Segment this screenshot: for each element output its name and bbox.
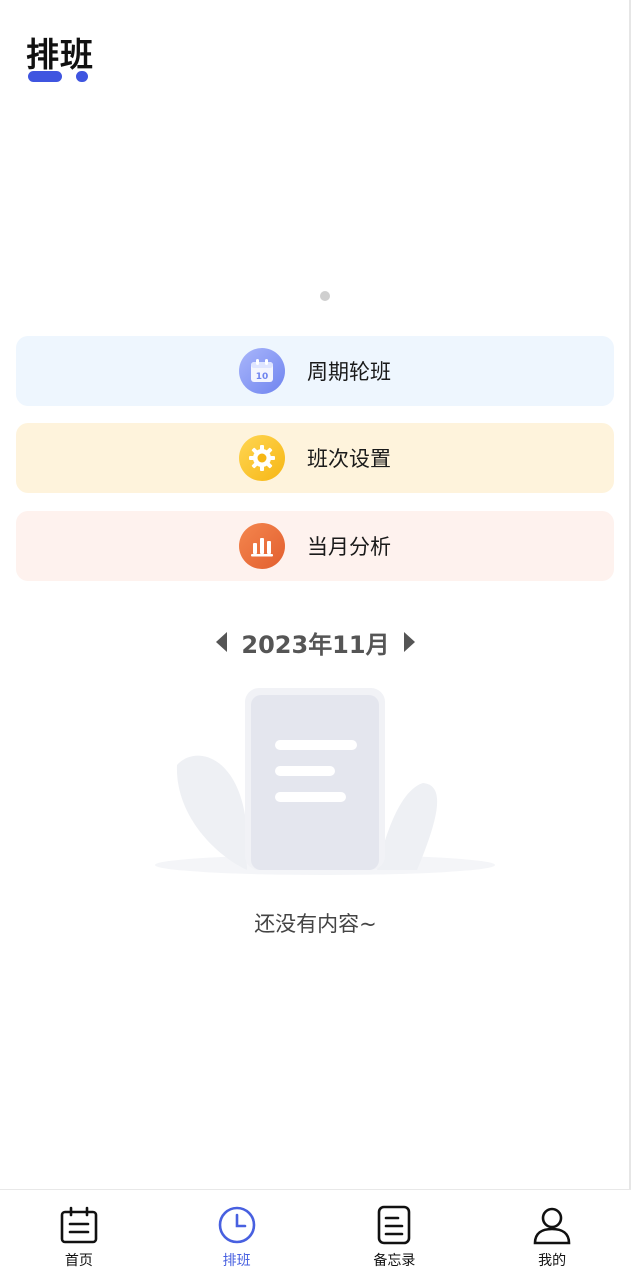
tab-home[interactable]: 首页 (0, 1190, 158, 1280)
calendar-icon: 10 (239, 348, 285, 394)
bottom-tab-bar: 首页 排班 备忘录 我的 (0, 1189, 631, 1280)
empty-state-illustration (155, 685, 495, 875)
title-deco-dot (76, 71, 88, 82)
tab-label: 备忘录 (373, 1253, 416, 1269)
carousel-indicator-dot[interactable] (320, 291, 330, 301)
tab-profile[interactable]: 我的 (473, 1190, 631, 1280)
menu-card-shift-settings[interactable]: 班次设置 (16, 423, 614, 493)
calendar-icon-number: 10 (256, 372, 269, 382)
tab-schedule[interactable]: 排班 (158, 1190, 316, 1280)
menu-card-monthly-analysis[interactable]: 当月分析 (16, 511, 614, 581)
prev-month-icon[interactable] (216, 632, 228, 652)
banner-carousel[interactable] (16, 100, 614, 310)
empty-state-text: 还没有内容~ (254, 912, 377, 936)
tab-label: 首页 (64, 1253, 93, 1269)
menu-card-rotation[interactable]: 10 周期轮班 (16, 336, 614, 406)
menu-card-label: 班次设置 (307, 447, 391, 471)
current-month-label: 2023年11月 (241, 630, 390, 659)
menu-card-label: 当月分析 (307, 535, 391, 559)
menu-card-label: 周期轮班 (307, 360, 391, 384)
tab-memo[interactable]: 备忘录 (316, 1190, 474, 1280)
bar-chart-icon (239, 523, 285, 569)
tab-label: 我的 (538, 1253, 567, 1269)
tab-label: 排班 (222, 1253, 251, 1269)
page-title: 排班 (26, 35, 94, 74)
person-icon (531, 1204, 573, 1246)
title-deco-bar (28, 71, 62, 82)
next-month-icon[interactable] (403, 632, 415, 652)
month-navigator: 2023年11月 (0, 620, 631, 664)
calendar-home-icon (58, 1204, 100, 1246)
gear-icon (239, 435, 285, 481)
clock-icon (216, 1204, 258, 1246)
memo-icon (373, 1204, 415, 1246)
